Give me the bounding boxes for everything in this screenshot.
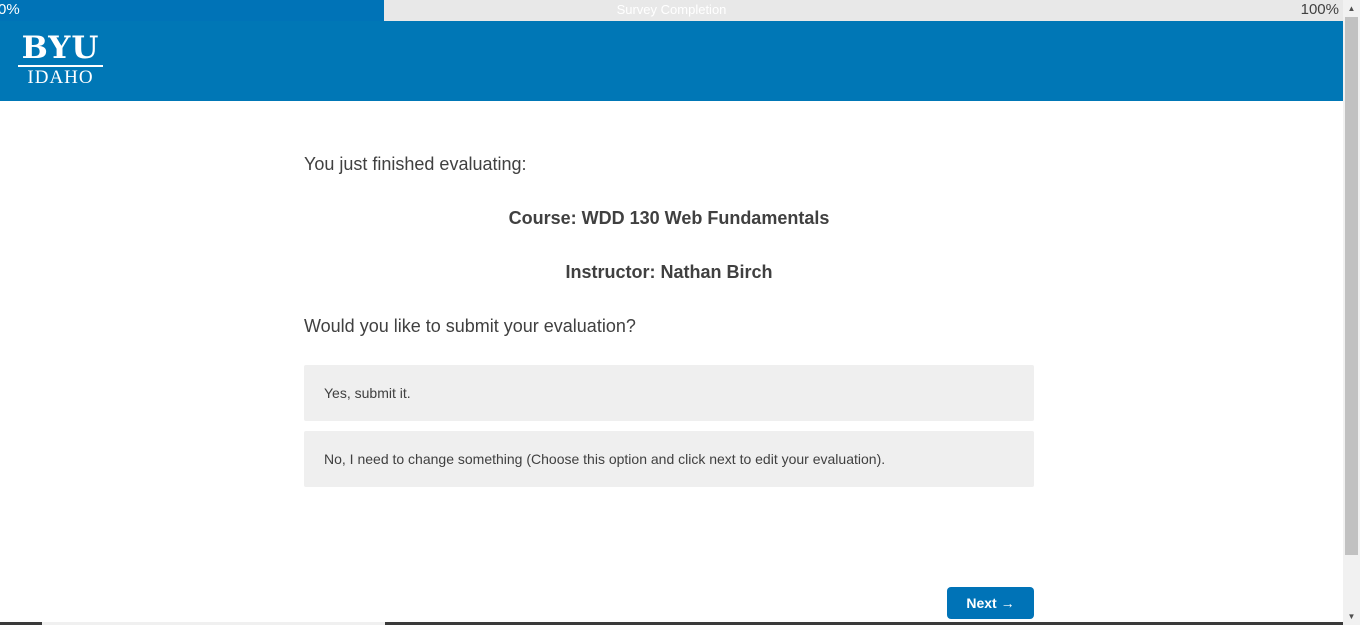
vertical-scrollbar[interactable]: ▲ ▼ [1343,0,1360,625]
progress-end-label: 100% [1300,1,1339,18]
intro-text: You just finished evaluating: [304,154,527,174]
logo-bottom-text: IDAHO [27,67,94,88]
course-title: Course: WDD 130 Web Fundamentals [508,208,830,228]
option-yes-submit[interactable]: Yes, submit it. [304,365,1034,421]
scroll-up-arrow-icon[interactable]: ▲ [1343,0,1360,17]
next-button[interactable]: Next → [947,587,1034,619]
progress-title: Survey Completion [616,2,727,17]
survey-progress-bar: 0% Survey Completion 100% [0,0,1343,21]
site-header: BYU IDAHO [0,21,1343,101]
option-yes-label: Yes, submit it. [324,385,411,401]
logo-top-text: BYU [18,33,103,67]
scroll-thumb[interactable] [1345,17,1358,555]
option-no-change[interactable]: No, I need to change something (Choose t… [304,431,1034,487]
instructor-name: Instructor: Nathan Birch [565,262,773,282]
submit-question: Would you like to submit your evaluation… [304,316,636,336]
option-no-label: No, I need to change something (Choose t… [324,451,886,467]
byu-idaho-logo: BYU IDAHO [18,33,103,89]
scroll-down-arrow-icon[interactable]: ▼ [1343,608,1360,625]
